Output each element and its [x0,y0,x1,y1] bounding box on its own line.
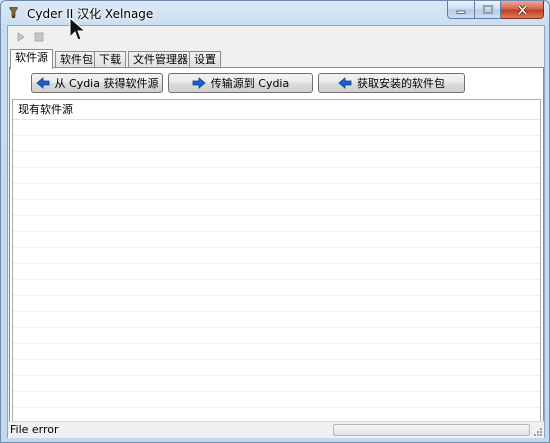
app-window: Cyder II 汉化 Xelnage 软件源 软件包 下载 文件管理器 设置 … [0,0,550,443]
send-sources-to-cydia-button[interactable]: 传输源到 Cydia [168,73,313,93]
get-installed-label: 获取安装的软件包 [357,77,445,90]
send-sources-label: 传输源到 Cydia [210,77,290,90]
progress-bar [333,424,530,436]
get-sources-label: 从 Cydia 获得软件源 [54,77,159,90]
arrow-left-icon [35,77,49,89]
get-installed-packages-button[interactable]: 获取安装的软件包 [318,73,465,93]
status-bar: File error [8,421,544,438]
resize-grip-icon[interactable] [533,427,543,437]
stop-icon [34,32,44,42]
sources-list[interactable]: 现有软件源 [12,99,541,423]
close-icon [517,4,527,15]
arrow-right-icon [192,77,206,89]
mouse-cursor-icon [68,16,88,42]
client-area: 软件源 软件包 下载 文件管理器 设置 从 Cydia 获得软件源 传输源到 C… [7,25,545,438]
tab-sources[interactable]: 软件源 [10,49,53,69]
maximize-icon [482,5,493,14]
app-icon [9,6,18,18]
close-button[interactable] [501,1,544,19]
toolbar [8,26,544,48]
minimize-icon [456,10,466,14]
stop-button[interactable] [32,30,46,44]
play-button[interactable] [14,30,28,44]
get-sources-from-cydia-button[interactable]: 从 Cydia 获得软件源 [31,73,163,93]
maximize-button[interactable] [475,1,501,19]
tab-downloads[interactable]: 下载 [94,51,126,68]
list-body[interactable] [13,120,540,422]
play-icon [17,32,25,42]
caption-buttons [447,1,544,19]
tab-file-manager[interactable]: 文件管理器 [128,51,193,68]
column-header-sources[interactable]: 现有软件源 [13,100,540,120]
arrow-left-icon [338,77,352,89]
status-text: File error [10,423,59,436]
tab-settings[interactable]: 设置 [189,51,221,68]
sources-panel: 从 Cydia 获得软件源 传输源到 Cydia 获取安装的软件包 现有软件源 [9,67,544,425]
minimize-button[interactable] [447,1,475,19]
tab-packages[interactable]: 软件包 [55,51,98,68]
window-title: Cyder II 汉化 Xelnage [27,7,154,21]
